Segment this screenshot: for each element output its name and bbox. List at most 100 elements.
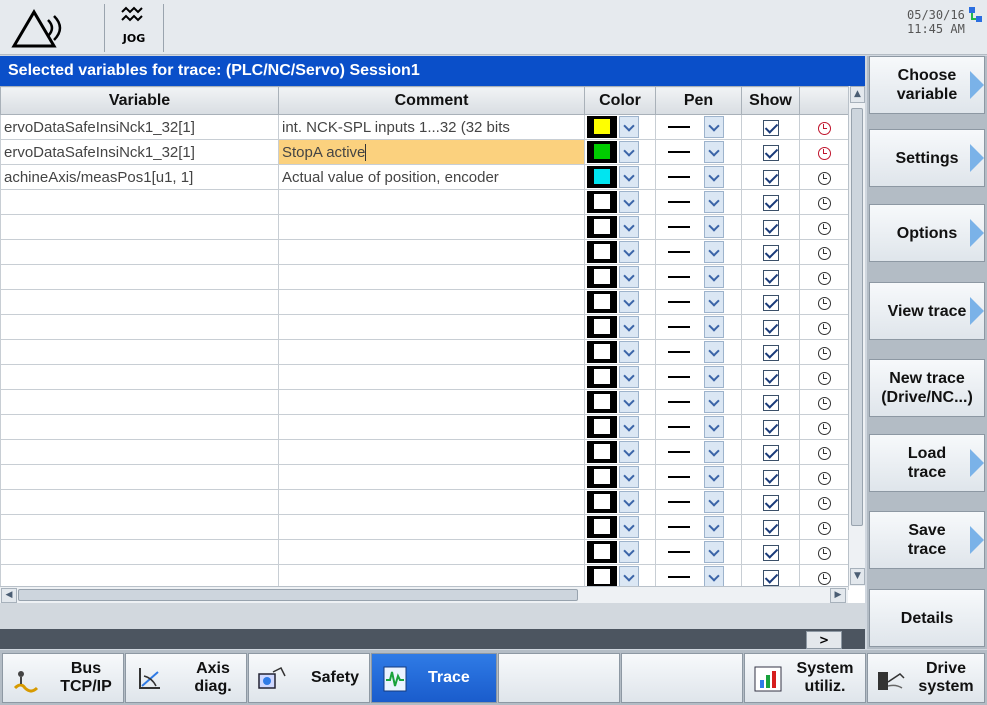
show-checkbox[interactable] (762, 469, 779, 486)
show-cell[interactable] (741, 189, 800, 215)
pen-dropdown-button[interactable] (704, 316, 724, 338)
color-cell[interactable] (584, 114, 656, 140)
empty-softkey-2[interactable] (621, 653, 743, 703)
variable-cell[interactable] (0, 214, 279, 240)
comment-cell[interactable] (278, 189, 585, 215)
trigger-cell[interactable] (799, 439, 849, 465)
variable-cell[interactable] (0, 339, 279, 365)
show-checkbox[interactable] (762, 269, 779, 286)
pen-dropdown-button[interactable] (704, 466, 724, 488)
show-checkbox[interactable] (762, 169, 779, 186)
column-header-pen[interactable]: Pen (655, 86, 742, 115)
variable-cell[interactable] (0, 489, 279, 515)
color-cell[interactable] (584, 364, 656, 390)
view-trace-button[interactable]: View trace (869, 282, 985, 340)
color-cell[interactable] (584, 389, 656, 415)
horizontal-scroll-thumb[interactable] (18, 589, 578, 601)
comment-cell[interactable] (278, 414, 585, 440)
comment-cell[interactable] (278, 289, 585, 315)
column-header-comment[interactable]: Comment (278, 86, 585, 115)
color-dropdown-button[interactable] (619, 566, 639, 588)
column-header-show[interactable]: Show (741, 86, 800, 115)
column-header-variable[interactable]: Variable (0, 86, 279, 115)
comment-cell[interactable] (278, 439, 585, 465)
show-cell[interactable] (741, 439, 800, 465)
comment-cell[interactable] (278, 339, 585, 365)
show-checkbox[interactable] (762, 519, 779, 536)
color-dropdown-button[interactable] (619, 366, 639, 388)
show-checkbox[interactable] (762, 194, 779, 211)
pen-cell[interactable] (655, 314, 742, 340)
comment-cell[interactable] (278, 464, 585, 490)
variable-cell[interactable] (0, 314, 279, 340)
show-checkbox[interactable] (762, 344, 779, 361)
variable-cell[interactable] (0, 514, 279, 540)
scroll-left-button[interactable]: ◀ (1, 588, 17, 603)
show-checkbox[interactable] (762, 569, 779, 586)
save-trace-button[interactable]: Save trace (869, 511, 985, 569)
table-row[interactable] (0, 414, 849, 440)
trigger-cell[interactable] (799, 414, 849, 440)
table-row[interactable] (0, 214, 849, 240)
show-cell[interactable] (741, 239, 800, 265)
pen-dropdown-button[interactable] (704, 166, 724, 188)
pen-cell[interactable] (655, 364, 742, 390)
show-cell[interactable] (741, 364, 800, 390)
variable-cell[interactable] (0, 389, 279, 415)
comment-cell[interactable] (278, 314, 585, 340)
color-dropdown-button[interactable] (619, 166, 639, 188)
horizontal-scrollbar[interactable]: ◀ ▶ (0, 586, 848, 603)
table-row[interactable] (0, 264, 849, 290)
table-row[interactable] (0, 489, 849, 515)
color-cell[interactable] (584, 264, 656, 290)
color-cell[interactable] (584, 289, 656, 315)
axis-diag-button[interactable]: Axis diag. (125, 653, 247, 703)
table-row[interactable]: ervoDataSafeInsiNck1_32[1] int. NCK-SPL i… (0, 114, 849, 140)
color-dropdown-button[interactable] (619, 116, 639, 138)
table-row[interactable] (0, 389, 849, 415)
show-cell[interactable] (741, 314, 800, 340)
new-trace-button[interactable]: New trace (Drive/NC...) (869, 359, 985, 417)
settings-button[interactable]: Settings (869, 129, 985, 187)
color-cell[interactable] (584, 189, 656, 215)
variable-cell[interactable]: ervoDataSafeInsiNck1_32[1] (0, 114, 279, 140)
show-cell[interactable] (741, 139, 800, 165)
show-checkbox[interactable] (762, 119, 779, 136)
details-button[interactable]: Details (869, 589, 985, 647)
color-dropdown-button[interactable] (619, 266, 639, 288)
show-cell[interactable] (741, 514, 800, 540)
trigger-cell[interactable] (799, 339, 849, 365)
choose-variable-button[interactable]: Choose variable (869, 56, 985, 114)
comment-cell[interactable] (278, 389, 585, 415)
column-header-color[interactable]: Color (584, 86, 656, 115)
comment-cell[interactable]: Actual value of position, encoder (278, 164, 585, 190)
variable-cell[interactable] (0, 264, 279, 290)
color-cell[interactable] (584, 414, 656, 440)
vertical-scroll-thumb[interactable] (851, 108, 863, 526)
trigger-cell[interactable] (799, 264, 849, 290)
comment-cell[interactable] (278, 539, 585, 565)
pen-cell[interactable] (655, 239, 742, 265)
show-checkbox[interactable] (762, 494, 779, 511)
variable-cell[interactable]: ervoDataSafeInsiNck1_32[1] (0, 139, 279, 165)
table-row[interactable] (0, 514, 849, 540)
variable-cell[interactable] (0, 414, 279, 440)
pen-cell[interactable] (655, 214, 742, 240)
vertical-scrollbar[interactable]: ▲ ▼ (848, 86, 865, 586)
show-checkbox[interactable] (762, 244, 779, 261)
variable-cell[interactable] (0, 189, 279, 215)
pen-cell[interactable] (655, 139, 742, 165)
table-row[interactable]: achineAxis/measPos1[u1, 1] Actual value o… (0, 164, 849, 190)
comment-cell[interactable] (278, 264, 585, 290)
trigger-cell[interactable] (799, 314, 849, 340)
show-checkbox[interactable] (762, 294, 779, 311)
trigger-cell[interactable] (799, 139, 849, 165)
comment-cell[interactable] (278, 364, 585, 390)
comment-cell[interactable] (278, 514, 585, 540)
pen-cell[interactable] (655, 464, 742, 490)
color-cell[interactable] (584, 339, 656, 365)
show-checkbox[interactable] (762, 419, 779, 436)
table-row[interactable] (0, 364, 849, 390)
color-dropdown-button[interactable] (619, 541, 639, 563)
color-dropdown-button[interactable] (619, 491, 639, 513)
